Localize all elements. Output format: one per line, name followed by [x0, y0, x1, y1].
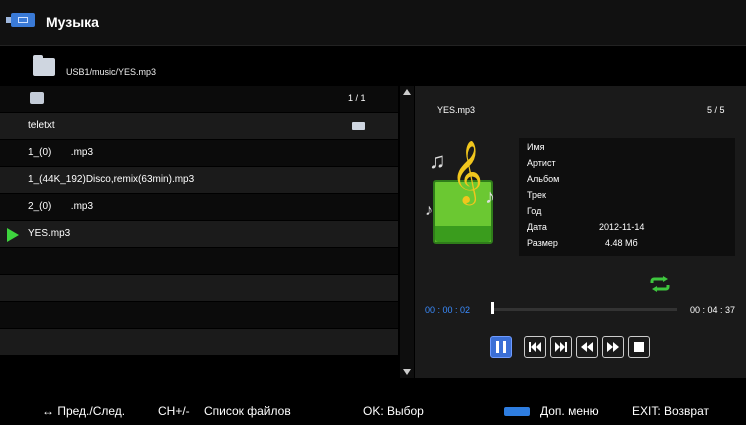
- list-item[interactable]: teletxt: [0, 113, 398, 139]
- list-item[interactable]: 1_(0) .mp3: [0, 140, 398, 166]
- usb-icon: [6, 13, 35, 27]
- up-folder-icon: [30, 92, 44, 104]
- list-item[interactable]: 2_(0) .mp3: [0, 194, 398, 220]
- hint-exit: EXIT: Возврат: [632, 404, 710, 418]
- hint-file-list: Список файлов: [204, 404, 291, 418]
- hint-menu: Доп. меню: [540, 404, 599, 418]
- list-item-empty: [0, 302, 398, 328]
- blue-key-icon: [504, 407, 530, 416]
- fast-forward-button[interactable]: [602, 336, 624, 358]
- info-key-year: Год: [527, 206, 542, 216]
- folder-icon: [33, 55, 55, 76]
- rewind-button[interactable]: [576, 336, 598, 358]
- list-item-label: teletxt: [28, 120, 55, 131]
- path-row: USB1/music/YES.mp3: [0, 55, 746, 85]
- info-key-date: Дата: [527, 222, 547, 232]
- header-bar: Музыка: [0, 0, 746, 46]
- current-file-name: YES.mp3: [437, 105, 476, 115]
- info-value-date: 2012-11-14: [599, 222, 645, 232]
- music-box-base: [435, 226, 491, 242]
- page-title: Музыка: [46, 14, 99, 30]
- info-key-name: Имя: [527, 142, 545, 152]
- list-item-empty: [0, 248, 398, 274]
- list-item-label: 2_(0) .mp3: [28, 201, 94, 212]
- pause-icon: [496, 341, 506, 353]
- page-indicator: 1 / 1: [348, 93, 366, 103]
- bottom-help-bar: ↔ Пред./След. CH+/- Список файлов OK: Вы…: [0, 395, 746, 425]
- scroll-down-icon[interactable]: [403, 369, 411, 375]
- play-arrow-icon: [7, 228, 19, 242]
- list-item-label: YES.mp3: [28, 228, 71, 239]
- list-item-empty: [0, 275, 398, 301]
- info-key-size: Размер: [527, 238, 558, 248]
- note-icon: ♪: [425, 202, 433, 219]
- hint-channel: CH+/-: [158, 404, 190, 418]
- treble-clef-icon: 𝄞: [451, 140, 483, 203]
- info-key-track: Трек: [527, 190, 546, 200]
- list-item-label: 1_(44K_192)Disco,remix(63min).mp3: [28, 174, 195, 185]
- progress-bar[interactable]: [491, 308, 677, 311]
- info-key-album: Альбом: [527, 174, 560, 184]
- previous-button[interactable]: [524, 336, 546, 358]
- repeat-icon[interactable]: [649, 276, 671, 292]
- skip-previous-icon: [529, 342, 541, 352]
- note-icon: ♪: [485, 186, 495, 208]
- list-scrollbar[interactable]: [400, 86, 414, 378]
- list-item-empty: [0, 329, 398, 355]
- list-item-up[interactable]: 1 / 1: [0, 86, 398, 112]
- file-list: 1 / 1 teletxt 1_(0) .mp3 1_(44K_192)Disc…: [0, 86, 400, 376]
- list-item-selected[interactable]: YES.mp3: [0, 221, 398, 247]
- pause-button[interactable]: [490, 336, 512, 358]
- note-icon: ♫: [429, 148, 446, 173]
- hint-prev-next: ↔ Пред./След.: [42, 404, 126, 418]
- next-button[interactable]: [550, 336, 572, 358]
- scroll-up-icon[interactable]: [403, 89, 411, 95]
- hint-ok: OK: Выбор: [363, 404, 424, 418]
- time-current: 00 : 00 : 02: [425, 305, 471, 315]
- list-item[interactable]: 1_(44K_192)Disco,remix(63min).mp3: [0, 167, 398, 193]
- player-panel: YES.mp3 5 / 5 𝄞 ♫ ♪ ♪ Имя Артист Альбом …: [415, 86, 746, 378]
- playback-controls: [490, 336, 680, 362]
- progress-knob[interactable]: [491, 302, 494, 314]
- list-item-label: 1_(0) .mp3: [28, 147, 94, 158]
- skip-next-icon: [555, 342, 567, 352]
- time-total: 00 : 04 : 37: [690, 305, 736, 315]
- info-key-artist: Артист: [527, 158, 556, 168]
- rewind-icon: [581, 342, 593, 352]
- file-count: 5 / 5: [707, 105, 725, 115]
- path-text: USB1/music/YES.mp3: [66, 67, 157, 77]
- fast-forward-icon: [607, 342, 619, 352]
- stop-icon: [634, 342, 644, 352]
- track-info: Имя Артист Альбом Трек Год Дата Размер 2…: [519, 138, 735, 256]
- music-note-icon: 𝄞 ♫ ♪ ♪: [425, 136, 515, 251]
- info-value-size: 4.48 Мб: [605, 238, 638, 248]
- stop-button[interactable]: [628, 336, 650, 358]
- folder-icon: [352, 122, 365, 130]
